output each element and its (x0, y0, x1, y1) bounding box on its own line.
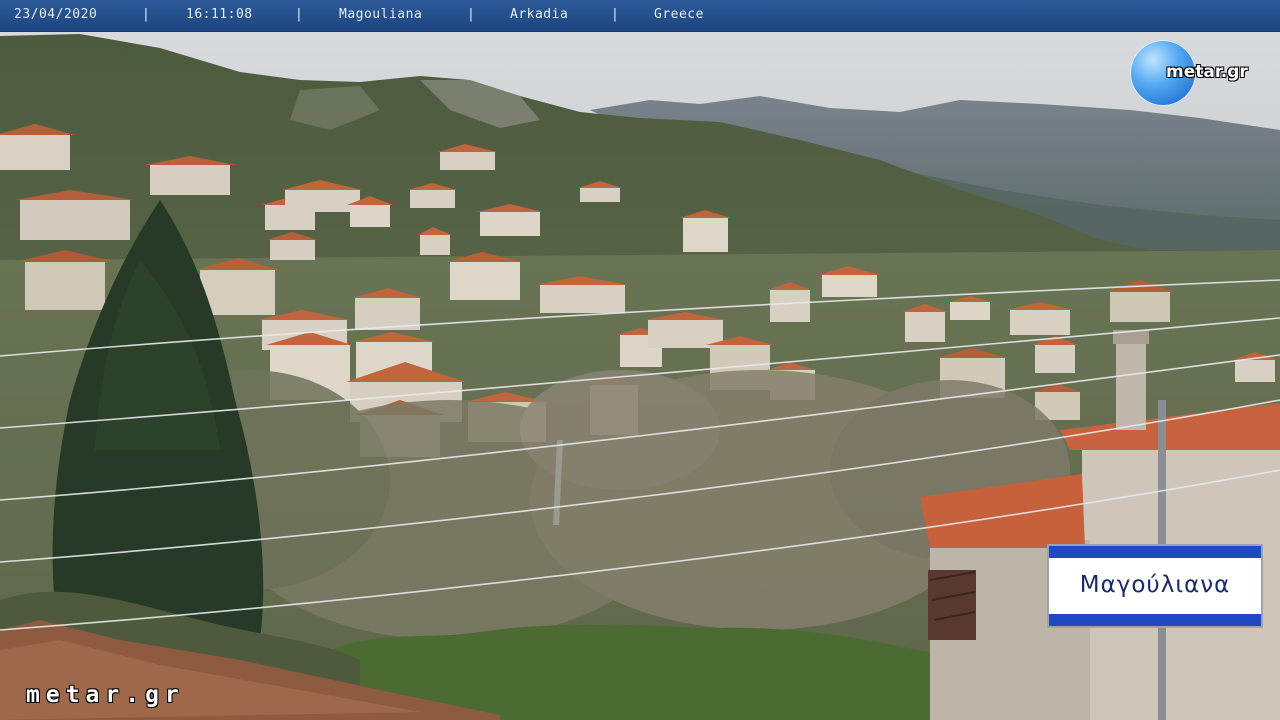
metar-logo: metar.gr (1130, 38, 1270, 108)
time-label: 16:11:08 (186, 7, 253, 22)
village-sign: Μαγούλιανα (1047, 544, 1263, 628)
separator: | (467, 7, 476, 22)
separator: | (142, 7, 151, 22)
country-label: Greece (654, 7, 704, 22)
webcam-frame: 23/04/2020 | 16:11:08 | Magouliana | Ark… (0, 0, 1280, 720)
logo-text: metar.gr (1166, 62, 1248, 82)
info-bar: 23/04/2020 | 16:11:08 | Magouliana | Ark… (0, 0, 1280, 32)
separator: | (611, 7, 620, 22)
village-label: Magouliana (339, 7, 423, 22)
watermark: metar.gr (26, 682, 185, 708)
date-label: 23/04/2020 (14, 7, 98, 22)
separator: | (295, 7, 304, 22)
region-label: Arkadia (510, 7, 569, 22)
sign-text: Μαγούλιανα (1079, 572, 1231, 598)
